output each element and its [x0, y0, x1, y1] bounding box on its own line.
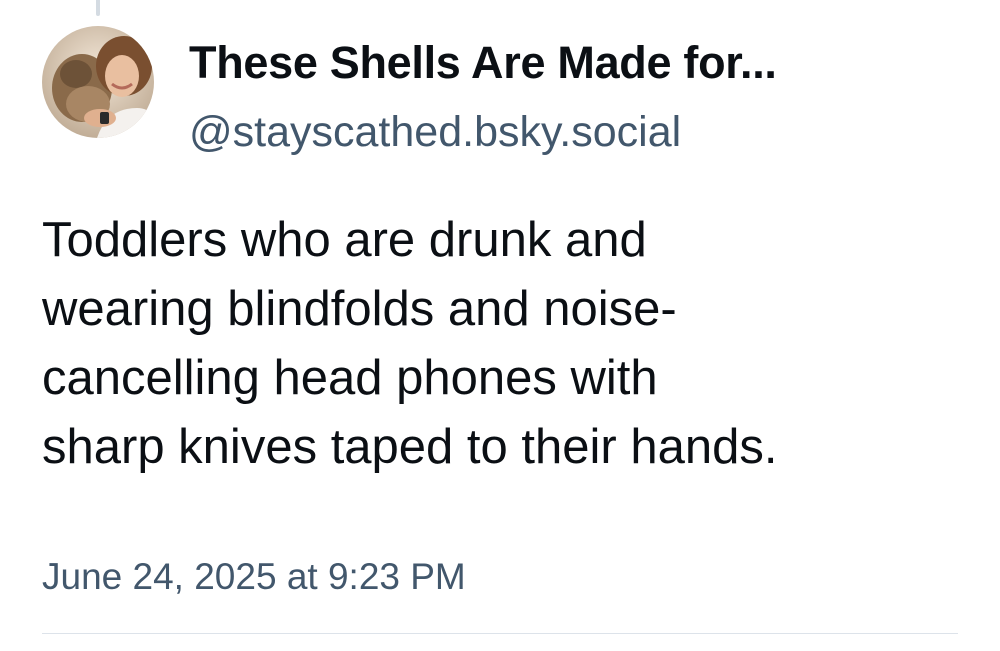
author-display-name[interactable]: These Shells Are Made for...: [189, 35, 777, 91]
post-text-line: Toddlers who are drunk and: [42, 213, 647, 267]
avatar-photo-icon: [42, 26, 154, 138]
post-text-line: cancelling head phones with: [42, 351, 658, 405]
author-avatar[interactable]: [42, 26, 154, 138]
author-handle[interactable]: @stayscathed.bsky.social: [189, 105, 681, 159]
thread-connector-line: [96, 0, 100, 16]
post-divider: [42, 633, 958, 634]
post-text-line: wearing blindfolds and noise-: [42, 282, 677, 336]
post-timestamp[interactable]: June 24, 2025 at 9:23 PM: [42, 553, 466, 601]
post-text-line: sharp knives taped to their hands.: [42, 420, 778, 474]
post-text: Toddlers who are drunk and wearing blind…: [42, 206, 982, 482]
